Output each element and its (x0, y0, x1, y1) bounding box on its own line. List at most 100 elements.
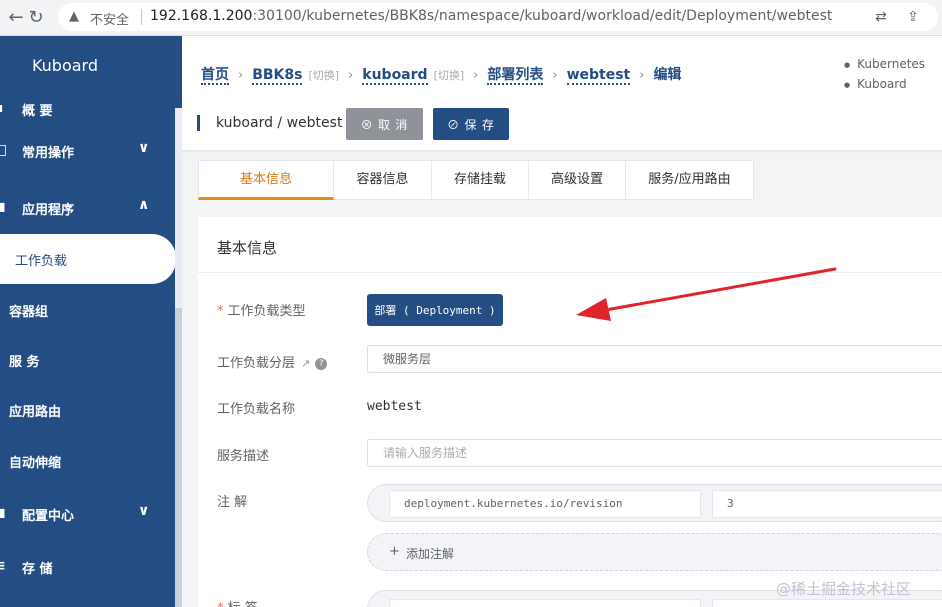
logo: Kuboard (31, 56, 99, 75)
grid-icon: ◼ (0, 199, 10, 215)
cancel-button[interactable]: ⊗ 取 消 (346, 108, 423, 140)
main-content: 首页 › BBK8s [切换] › kuboard [切换] › 部署列表 › webtest › 编辑… (182, 36, 942, 607)
window-icon: □ (0, 142, 8, 158)
add-annotation-button[interactable]: + 添加注解 (367, 533, 942, 571)
sidebar-item-autoscaling[interactable]: 自动伸缩 (0, 436, 176, 486)
workload-type-button[interactable]: 部署 ( Deployment ) (367, 294, 503, 326)
watermark: @稀土掘金技术社区 (776, 580, 912, 598)
tab-container-info[interactable]: 容器信息 (334, 160, 432, 200)
sidebar-item-label: 应用程序 (22, 203, 75, 218)
database-icon: ≡ (0, 558, 10, 574)
warning-icon: ▲ (69, 9, 79, 24)
cluster-switch-link[interactable]: [切换] (308, 69, 339, 82)
version-list: Kubernetes Kuboard (844, 54, 925, 94)
labels-label-text: 标 签 (228, 601, 258, 607)
sidebar-item-label: 容器组 (9, 305, 49, 320)
browser-toolbar: ← ↻ ▲ 不安全 192.168.1.200:30100/kubernetes… (0, 0, 942, 36)
breadcrumb-current: 编辑 (653, 67, 682, 83)
sidebar-item-config-center[interactable]: ◼ 配置中心 ∨ (0, 489, 176, 539)
chevron-right-icon: › (639, 68, 645, 83)
annotation-row: deployment.kubernetes.io/revision 3 (367, 484, 942, 522)
version-item-kubernetes: Kubernetes (844, 54, 925, 74)
breadcrumb-resource[interactable]: webtest (566, 67, 631, 85)
workload-type-label-text: 工作负载类型 (227, 304, 306, 319)
tab-bar: 基本信息 容器信息 存储挂载 高级设置 服务/应用路由 (198, 160, 754, 200)
chevron-down-icon: ∨ (138, 503, 150, 519)
breadcrumb-deployment-list[interactable]: 部署列表 (487, 67, 544, 85)
sidebar-item-label: 常用操作 (22, 146, 75, 161)
sidebar-item-services[interactable]: 服 务 (0, 335, 176, 385)
page-header: 首页 › BBK8s [切换] › kuboard [切换] › 部署列表 › webtest › 编辑… (182, 36, 942, 150)
breadcrumb: 首页 › BBK8s [切换] › kuboard [切换] › 部署列表 › webtest › 编辑 (201, 64, 682, 85)
share-icon[interactable]: ⇪ (903, 7, 923, 27)
help-icon[interactable]: ? (315, 358, 328, 370)
required-mark: * (217, 601, 224, 607)
chevron-right-icon: › (473, 68, 479, 83)
workload-layer-label-text: 工作负载分层 (217, 356, 296, 371)
sidebar: Kuboard ▪ 概 要 □ 常用操作 ∨ ◼ 应用程序 ∧ 工作负载 容器组… (0, 36, 182, 607)
sidebar-item-label: 配置中心 (22, 509, 75, 524)
version-item-kuboard: Kuboard (844, 74, 925, 94)
translate-icon[interactable]: ⇄ (871, 7, 891, 27)
chevron-down-icon: ∨ (138, 140, 150, 156)
insecure-label: 不安全 (90, 13, 130, 28)
sidebar-item-applications[interactable]: ◼ 应用程序 ∧ (0, 183, 176, 233)
service-desc-label: 服务描述 (217, 449, 270, 464)
sidebar-item-workloads[interactable]: 工作负载 (0, 234, 176, 284)
sidebar-item-storage[interactable]: ≡ 存 储 (0, 542, 176, 592)
label-key-input[interactable] (389, 599, 701, 607)
annotation-label: 注 解 (217, 495, 248, 510)
namespace-switch-link[interactable]: [切换] (434, 69, 465, 82)
workload-type-label: * 工作负载类型 (217, 300, 306, 319)
sidebar-item-label: 存 储 (22, 562, 53, 577)
save-button[interactable]: ⊘ 保 存 (433, 108, 509, 140)
add-annotation-label: 添加注解 (406, 547, 455, 561)
breadcrumb-cluster[interactable]: BBK8s (252, 67, 303, 85)
chevron-right-icon: › (238, 68, 244, 83)
sidebar-item-label: 概 要 (22, 104, 53, 119)
tab-basic-info[interactable]: 基本信息 (198, 160, 334, 200)
external-link-icon[interactable]: ↗ (301, 357, 310, 370)
tab-advanced-settings[interactable]: 高级设置 (529, 160, 626, 200)
address-divider (141, 9, 142, 25)
sidebar-item-ingress[interactable]: 应用路由 (0, 385, 176, 435)
sidebar-scrollbar[interactable] (175, 108, 182, 607)
labels-label: * 标 签 (217, 597, 258, 607)
workload-name-label: 工作负载名称 (217, 402, 296, 417)
url-text[interactable]: 192.168.1.200:30100/kubernetes/BBK8s/nam… (150, 8, 832, 24)
address-bar[interactable]: ▲ 不安全 192.168.1.200:30100/kubernetes/BBK… (58, 3, 938, 31)
sidebar-item-pods[interactable]: 容器组 (0, 285, 176, 335)
basic-info-panel: 基本信息 * 工作负载类型 部署 ( Deployment ) 工作负载分层 ↗? … (198, 217, 942, 607)
required-mark: * (217, 304, 224, 319)
section-divider (198, 272, 942, 273)
workload-layer-select[interactable]: 微服务层 (367, 345, 942, 373)
scrollbar-thumb[interactable] (175, 308, 182, 607)
tab-service-routing[interactable]: 服务/应用路由 (626, 160, 754, 200)
workload-layer-label: 工作负载分层 ↗? (217, 352, 328, 371)
tab-storage-mount[interactable]: 存储挂载 (432, 160, 529, 200)
annotation-key-input[interactable]: deployment.kubernetes.io/revision (389, 490, 701, 518)
sidebar-item-label: 工作负载 (15, 254, 68, 269)
chevron-up-icon: ∧ (138, 197, 150, 213)
breadcrumb-namespace[interactable]: kuboard (362, 67, 428, 85)
url-host: 192.168.1.200 (150, 8, 253, 24)
section-title: 基本信息 (217, 239, 278, 257)
label-value-input[interactable] (712, 599, 942, 607)
annotation-value-input[interactable]: 3 (712, 490, 942, 518)
config-icon: ◼ (0, 505, 10, 521)
sidebar-item-label: 自动伸缩 (9, 456, 62, 471)
header-shadow (182, 150, 942, 153)
chevron-right-icon: › (552, 68, 558, 83)
service-desc-input[interactable]: 请输入服务描述 (367, 439, 942, 467)
page-title: kuboard / webtest (216, 115, 343, 131)
sidebar-item-label: 服 务 (9, 355, 40, 370)
sidebar-item-label: 应用路由 (9, 405, 62, 420)
plus-icon: + (389, 544, 400, 559)
title-accent-bar (197, 115, 200, 131)
chevron-right-icon: › (348, 68, 354, 83)
breadcrumb-home[interactable]: 首页 (201, 67, 229, 85)
workload-name-value: webtest (367, 399, 422, 414)
reload-icon[interactable]: ↻ (24, 6, 48, 30)
url-path: :30100/kubernetes/BBK8s/namespace/kuboar… (252, 8, 833, 24)
sidebar-item-common-ops[interactable]: □ 常用操作 ∨ (0, 126, 176, 176)
